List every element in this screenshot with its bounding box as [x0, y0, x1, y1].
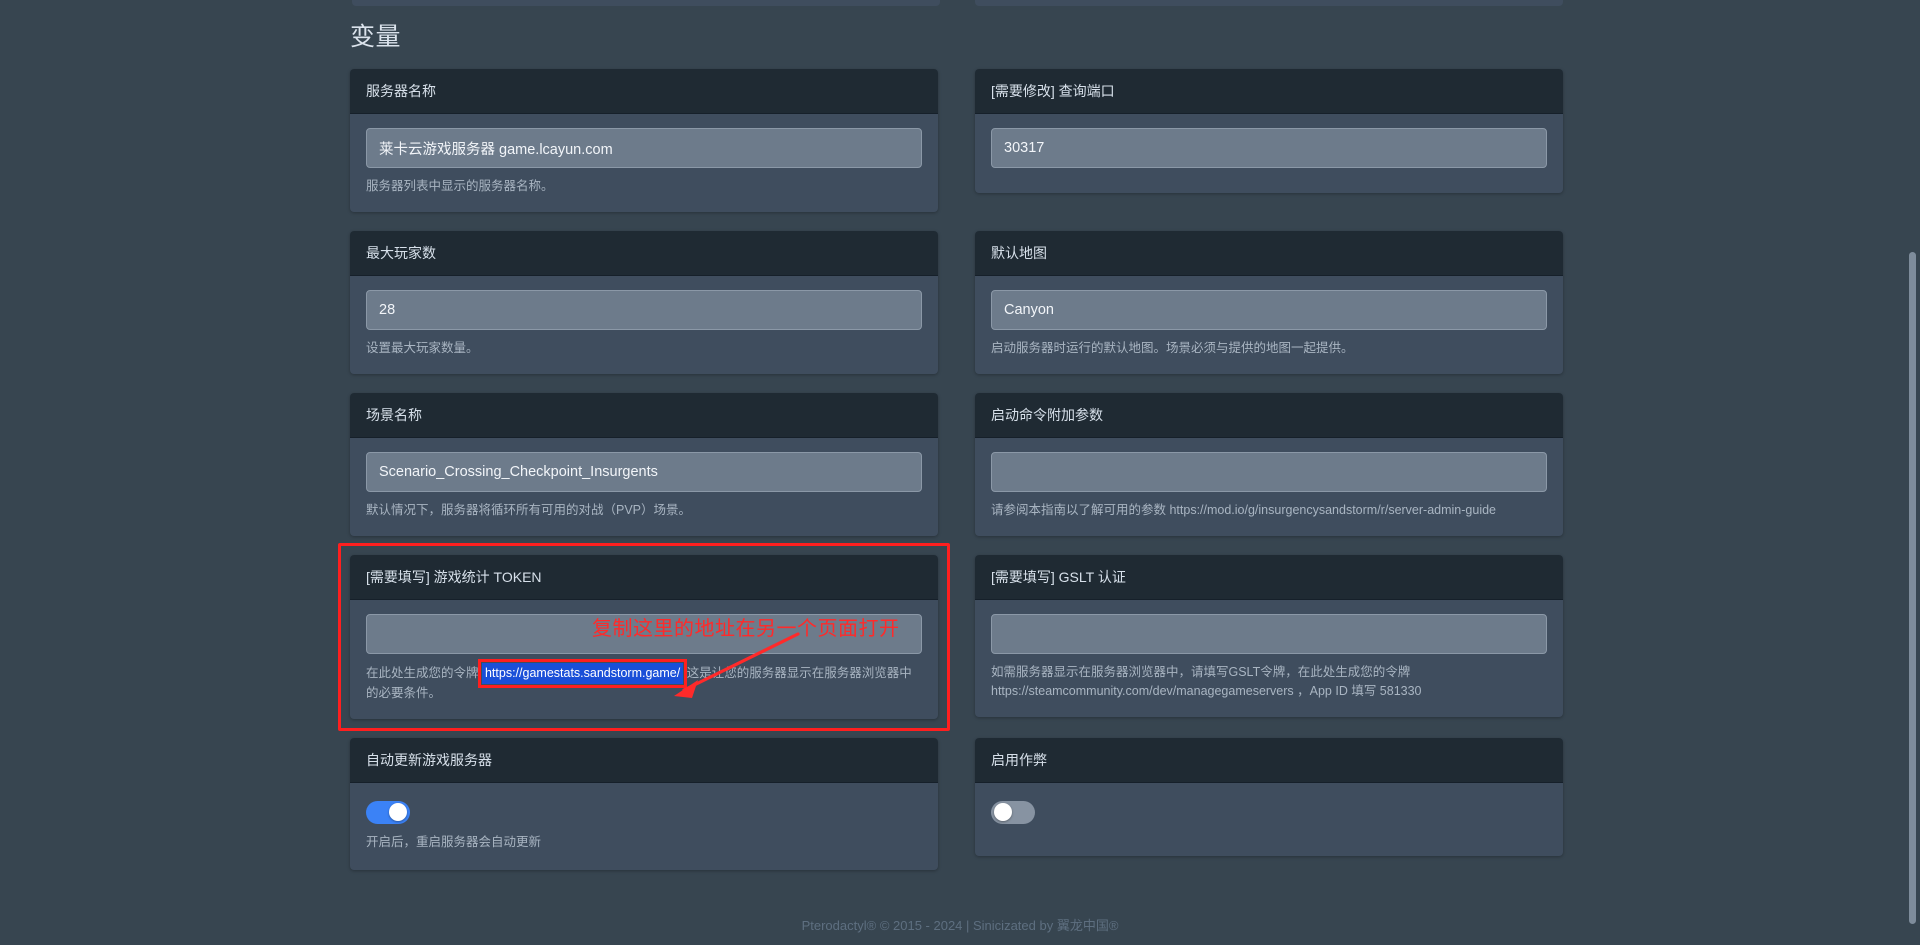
- scrollbar-thumb[interactable]: [1909, 252, 1916, 924]
- scenario-name-input[interactable]: [366, 452, 922, 493]
- variable-label-enable-cheats: 启用作弊: [975, 737, 1563, 783]
- toggle-knob: [389, 803, 407, 822]
- variable-card-auto-update: 自动更新游戏服务器 开启后，重启服务器会自动更新: [350, 737, 938, 870]
- variable-cell-extra-launch-args: 启动命令附加参数 请参阅本指南以了解可用的参数 https://mod.io/g…: [975, 393, 1563, 537]
- variable-description-max-players: 设置最大玩家数量。: [366, 341, 479, 356]
- variable-card-server-name: 服务器名称 服务器列表中显示的服务器名称。: [350, 69, 938, 213]
- variable-label-gamestats-token: [需要填写] 游戏统计 TOKEN: [350, 555, 938, 601]
- card-remnant-left: [352, 0, 940, 6]
- variable-card-gamestats-token: [需要填写] 游戏统计 TOKEN 在此处生成您的令牌 https://game…: [350, 555, 938, 719]
- variable-label-scenario-name: 场景名称: [350, 393, 938, 439]
- server-name-input[interactable]: [366, 128, 922, 169]
- variable-label-default-map: 默认地图: [975, 231, 1563, 277]
- variables-grid: 服务器名称 服务器列表中显示的服务器名称。 [需要修改] 查询端口: [338, 69, 1563, 870]
- variable-card-gslt-auth: [需要填写] GSLT 认证 如需服务器显示在服务器浏览器中，请填写GSLT令牌…: [975, 555, 1563, 717]
- extra-launch-args-input[interactable]: [991, 452, 1547, 493]
- variable-cell-enable-cheats: 启用作弊: [975, 737, 1563, 870]
- variable-cell-default-map: 默认地图 启动服务器时运行的默认地图。场景必须与提供的地图一起提供。: [975, 231, 1563, 375]
- variable-cell-gslt-auth: [需要填写] GSLT 认证 如需服务器显示在服务器浏览器中，请填写GSLT令牌…: [975, 555, 1563, 719]
- variable-cell-max-players: 最大玩家数 设置最大玩家数量。: [350, 231, 938, 375]
- variable-description-server-name: 服务器列表中显示的服务器名称。: [366, 179, 554, 194]
- gamestats-url-selection[interactable]: https://gamestats.sandstorm.game/: [477, 659, 688, 688]
- variable-cell-scenario-name: 场景名称 默认情况下，服务器将循环所有可用的对战（PVP）场景。: [350, 393, 938, 537]
- max-players-input[interactable]: [366, 290, 922, 331]
- toggle-knob: [994, 803, 1012, 822]
- card-remnant-right: [975, 0, 1563, 6]
- gamestats-token-input[interactable]: [366, 614, 922, 655]
- page-footer: Pterodactyl® © 2015 - 2024 | Sinicizated…: [801, 918, 1119, 933]
- variable-description-default-map: 启动服务器时运行的默认地图。场景必须与提供的地图一起提供。: [991, 341, 1354, 356]
- enable-cheats-toggle-row: [991, 799, 1547, 824]
- variable-body-default-map: 启动服务器时运行的默认地图。场景必须与提供的地图一起提供。: [975, 276, 1563, 374]
- variable-body-gslt-auth: 如需服务器显示在服务器浏览器中，请填写GSLT令牌，在此处生成您的令牌 http…: [975, 600, 1563, 717]
- variable-card-extra-launch-args: 启动命令附加参数 请参阅本指南以了解可用的参数 https://mod.io/g…: [975, 393, 1563, 537]
- variable-description-gamestats-token: 在此处生成您的令牌 https://gamestats.sandstorm.ga…: [366, 659, 922, 703]
- variable-body-scenario-name: 默认情况下，服务器将循环所有可用的对战（PVP）场景。: [350, 438, 938, 536]
- variable-card-scenario-name: 场景名称 默认情况下，服务器将循环所有可用的对战（PVP）场景。: [350, 393, 938, 537]
- variable-card-default-map: 默认地图 启动服务器时运行的默认地图。场景必须与提供的地图一起提供。: [975, 231, 1563, 375]
- variable-cell-query-port: [需要修改] 查询端口: [975, 69, 1563, 212]
- auto-update-toggle[interactable]: [366, 800, 410, 824]
- variable-description-gslt-auth: 如需服务器显示在服务器浏览器中，请填写GSLT令牌，在此处生成您的令牌 http…: [991, 665, 1422, 698]
- variable-description-auto-update: 开启后，重启服务器会自动更新: [366, 834, 542, 849]
- variable-cell-auto-update: 自动更新游戏服务器 开启后，重启服务器会自动更新: [350, 737, 938, 870]
- auto-update-toggle-row: [366, 799, 922, 824]
- variable-body-gamestats-token: 在此处生成您的令牌 https://gamestats.sandstorm.ga…: [350, 600, 938, 719]
- page-title: 变量: [350, 23, 402, 51]
- default-map-input[interactable]: [991, 290, 1547, 331]
- variable-label-gslt-auth: [需要填写] GSLT 认证: [975, 555, 1563, 601]
- variable-body-enable-cheats: [975, 783, 1563, 856]
- variable-body-server-name: 服务器列表中显示的服务器名称。: [350, 114, 938, 212]
- variable-label-auto-update: 自动更新游戏服务器: [350, 737, 938, 783]
- variables-content: 变量 服务器名称 服务器列表中显示的服务器名称。 [需要修改] 查询端口: [338, 22, 1563, 870]
- page-scrollbar[interactable]: [1907, 0, 1919, 945]
- variable-card-enable-cheats: 启用作弊: [975, 737, 1563, 856]
- variable-body-auto-update: 开启后，重启服务器会自动更新: [350, 783, 938, 870]
- scrolled-off-cards-remnant: [0, 0, 1920, 9]
- variable-card-max-players: 最大玩家数 设置最大玩家数量。: [350, 231, 938, 375]
- variable-description-extra-launch-args: 请参阅本指南以了解可用的参数 https://mod.io/g/insurgen…: [991, 503, 1497, 518]
- variable-body-extra-launch-args: 请参阅本指南以了解可用的参数 https://mod.io/g/insurgen…: [975, 438, 1563, 536]
- variable-label-query-port: [需要修改] 查询端口: [975, 69, 1563, 115]
- variable-label-extra-launch-args: 启动命令附加参数: [975, 393, 1563, 439]
- variable-body-max-players: 设置最大玩家数量。: [350, 276, 938, 374]
- token-desc-prefix: 在此处生成您的令牌: [366, 666, 482, 681]
- variable-cell-gamestats-token: [需要填写] 游戏统计 TOKEN 在此处生成您的令牌 https://game…: [338, 543, 950, 731]
- variable-description-scenario-name: 默认情况下，服务器将循环所有可用的对战（PVP）场景。: [366, 503, 692, 518]
- variable-body-query-port: [975, 114, 1563, 193]
- variable-cell-server-name: 服务器名称 服务器列表中显示的服务器名称。: [350, 69, 938, 213]
- query-port-input[interactable]: [991, 128, 1547, 169]
- variable-card-query-port: [需要修改] 查询端口: [975, 69, 1563, 194]
- variable-label-max-players: 最大玩家数: [350, 231, 938, 277]
- variable-label-server-name: 服务器名称: [350, 69, 938, 115]
- gslt-auth-input[interactable]: [991, 614, 1547, 655]
- variables-page: 变量 服务器名称 服务器列表中显示的服务器名称。 [需要修改] 查询端口: [0, 0, 1920, 945]
- enable-cheats-toggle[interactable]: [991, 800, 1035, 824]
